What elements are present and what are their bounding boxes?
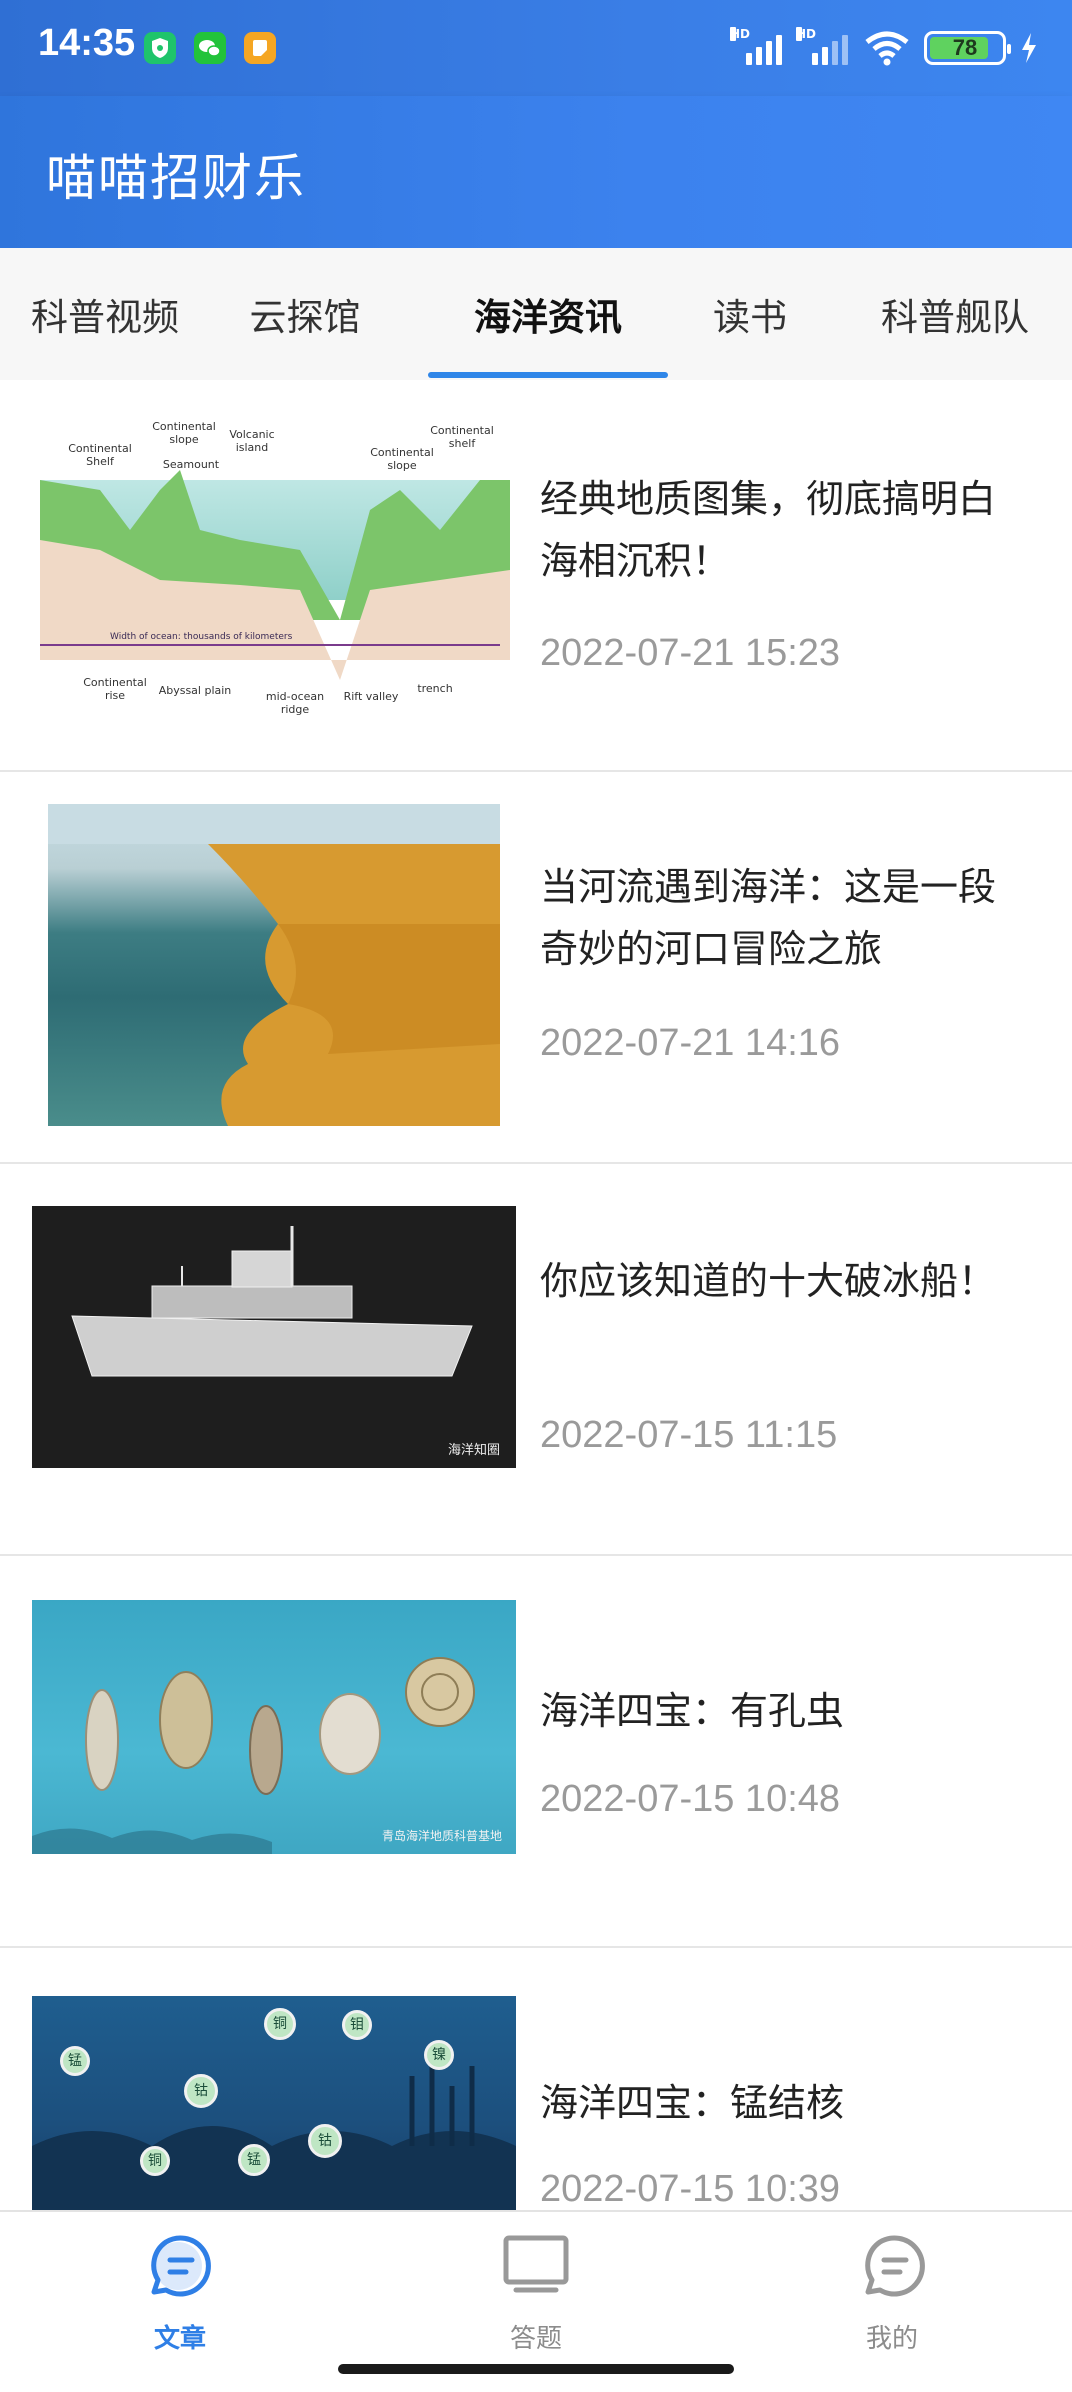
hd-signal-icon: HD: [730, 27, 784, 65]
diagram-label: Rift valley: [343, 690, 399, 703]
diagram-label: Volcanic island: [229, 428, 275, 454]
nodule-badge: 钴: [184, 2074, 218, 2108]
page-title: 喵喵招财乐: [46, 149, 306, 207]
diagram-label: Continental rise: [83, 676, 147, 702]
status-bar: 14:35 HD HD 78: [0, 0, 1072, 96]
tab-ocean-news[interactable]: 海洋资讯: [428, 248, 668, 380]
notes-app-icon: [244, 32, 276, 64]
article-thumbnail: 海洋知圈: [32, 1206, 516, 1468]
tab-cloud-museum[interactable]: 云探馆: [210, 248, 400, 380]
article-thumbnail: 锰 铜 钼 钴 镍 铜 锰 钴: [32, 1996, 516, 2210]
battery-level: 78: [952, 35, 978, 60]
watermark-text: 海洋知圈: [447, 1443, 500, 1458]
diagram-label: Continental slope: [152, 420, 216, 446]
hd-label: HD: [796, 27, 817, 41]
hd-label: HD: [730, 27, 751, 41]
article-date: 2022-07-21 14:16: [540, 1022, 841, 1064]
diagram-label: Width of ocean: thousands of kilometers: [110, 632, 293, 642]
diagram-label: Seamount: [162, 458, 220, 471]
list-item[interactable]: 当河流遇到海洋：这是一段奇妙的河口冒险之旅 2022-07-21 14:16: [0, 772, 1072, 1164]
article-icon: [140, 2226, 220, 2306]
list-item[interactable]: 青岛海洋地质科普基地 海洋四宝：有孔虫 2022-07-15 10:48: [0, 1556, 1072, 1948]
status-time: 14:35: [38, 22, 136, 64]
watermark-text: 青岛海洋地质科普基地: [381, 1829, 502, 1843]
nodule-badge: 锰: [238, 2144, 270, 2176]
article-thumbnail: [48, 804, 500, 1126]
article-thumbnail: Continental Shelf Continental slope Volc…: [40, 420, 510, 730]
charging-icon: [1020, 31, 1038, 65]
tab-bar: 科普视频 云探馆 海洋资讯 读书 科普舰队: [0, 248, 1072, 380]
nav-quiz[interactable]: 答题: [386, 2212, 686, 2372]
wechat-icon: [194, 32, 226, 64]
active-tab-indicator: [428, 372, 668, 378]
tab-science-fleet[interactable]: 科普舰队: [850, 248, 1060, 380]
nav-label: 我的: [865, 2324, 918, 2354]
list-item[interactable]: 锰 铜 钼 钴 镍 铜 锰 钴 海洋四宝：锰结核 2022-07-15 10:3…: [0, 1948, 1072, 2210]
nav-label: 文章: [153, 2324, 206, 2354]
article-title: 你应该知道的十大破冰船！: [540, 1259, 997, 1303]
nodule-badge: 钼: [342, 2010, 372, 2040]
nav-articles[interactable]: 文章: [30, 2212, 330, 2372]
article-date: 2022-07-15 11:15: [540, 1414, 838, 1456]
diagram-label: Continental Shelf: [68, 442, 132, 468]
diagram-label: trench: [417, 682, 453, 695]
app-header: 喵喵招财乐: [0, 96, 1072, 248]
nav-profile[interactable]: 我的: [742, 2212, 1042, 2372]
article-date: 2022-07-15 10:39: [540, 2168, 841, 2210]
battery-icon: 78: [924, 31, 1011, 65]
shield-app-icon: [144, 32, 176, 64]
diagram-label: mid-ocean ridge: [265, 690, 325, 716]
home-indicator[interactable]: [338, 2364, 734, 2374]
article-title: 海洋四宝：锰结核: [540, 2081, 845, 2125]
article-title: 经典地质图集，彻底搞明白海相沉积！: [540, 477, 997, 583]
article-title: 当河流遇到海洋：这是一段奇妙的河口冒险之旅: [540, 865, 997, 971]
profile-icon: [852, 2226, 932, 2306]
nodule-badge: 锰: [60, 2046, 90, 2076]
nodule-badge: 钴: [308, 2124, 342, 2158]
list-item[interactable]: 海洋知圈 你应该知道的十大破冰船！ 2022-07-15 11:15: [0, 1164, 1072, 1556]
hd-signal-icon: HD: [796, 27, 850, 65]
tab-reading[interactable]: 读书: [680, 248, 820, 380]
diagram-label: Abyssal plain: [158, 684, 232, 697]
monitor-icon: [496, 2226, 576, 2306]
nav-label: 答题: [509, 2324, 562, 2354]
article-thumbnail: 青岛海洋地质科普基地: [32, 1600, 516, 1854]
diagram-label: Continental shelf: [430, 424, 494, 450]
wifi-icon: [864, 30, 910, 66]
tab-science-video[interactable]: 科普视频: [0, 248, 210, 380]
article-date: 2022-07-15 10:48: [540, 1778, 841, 1820]
article-title: 海洋四宝：有孔虫: [540, 1689, 845, 1733]
nodule-badge: 铜: [264, 2008, 296, 2040]
list-item[interactable]: Continental Shelf Continental slope Volc…: [0, 380, 1072, 772]
nodule-badge: 镍: [424, 2040, 454, 2070]
article-date: 2022-07-21 15:23: [540, 632, 841, 674]
nodule-badge: 铜: [140, 2146, 170, 2176]
